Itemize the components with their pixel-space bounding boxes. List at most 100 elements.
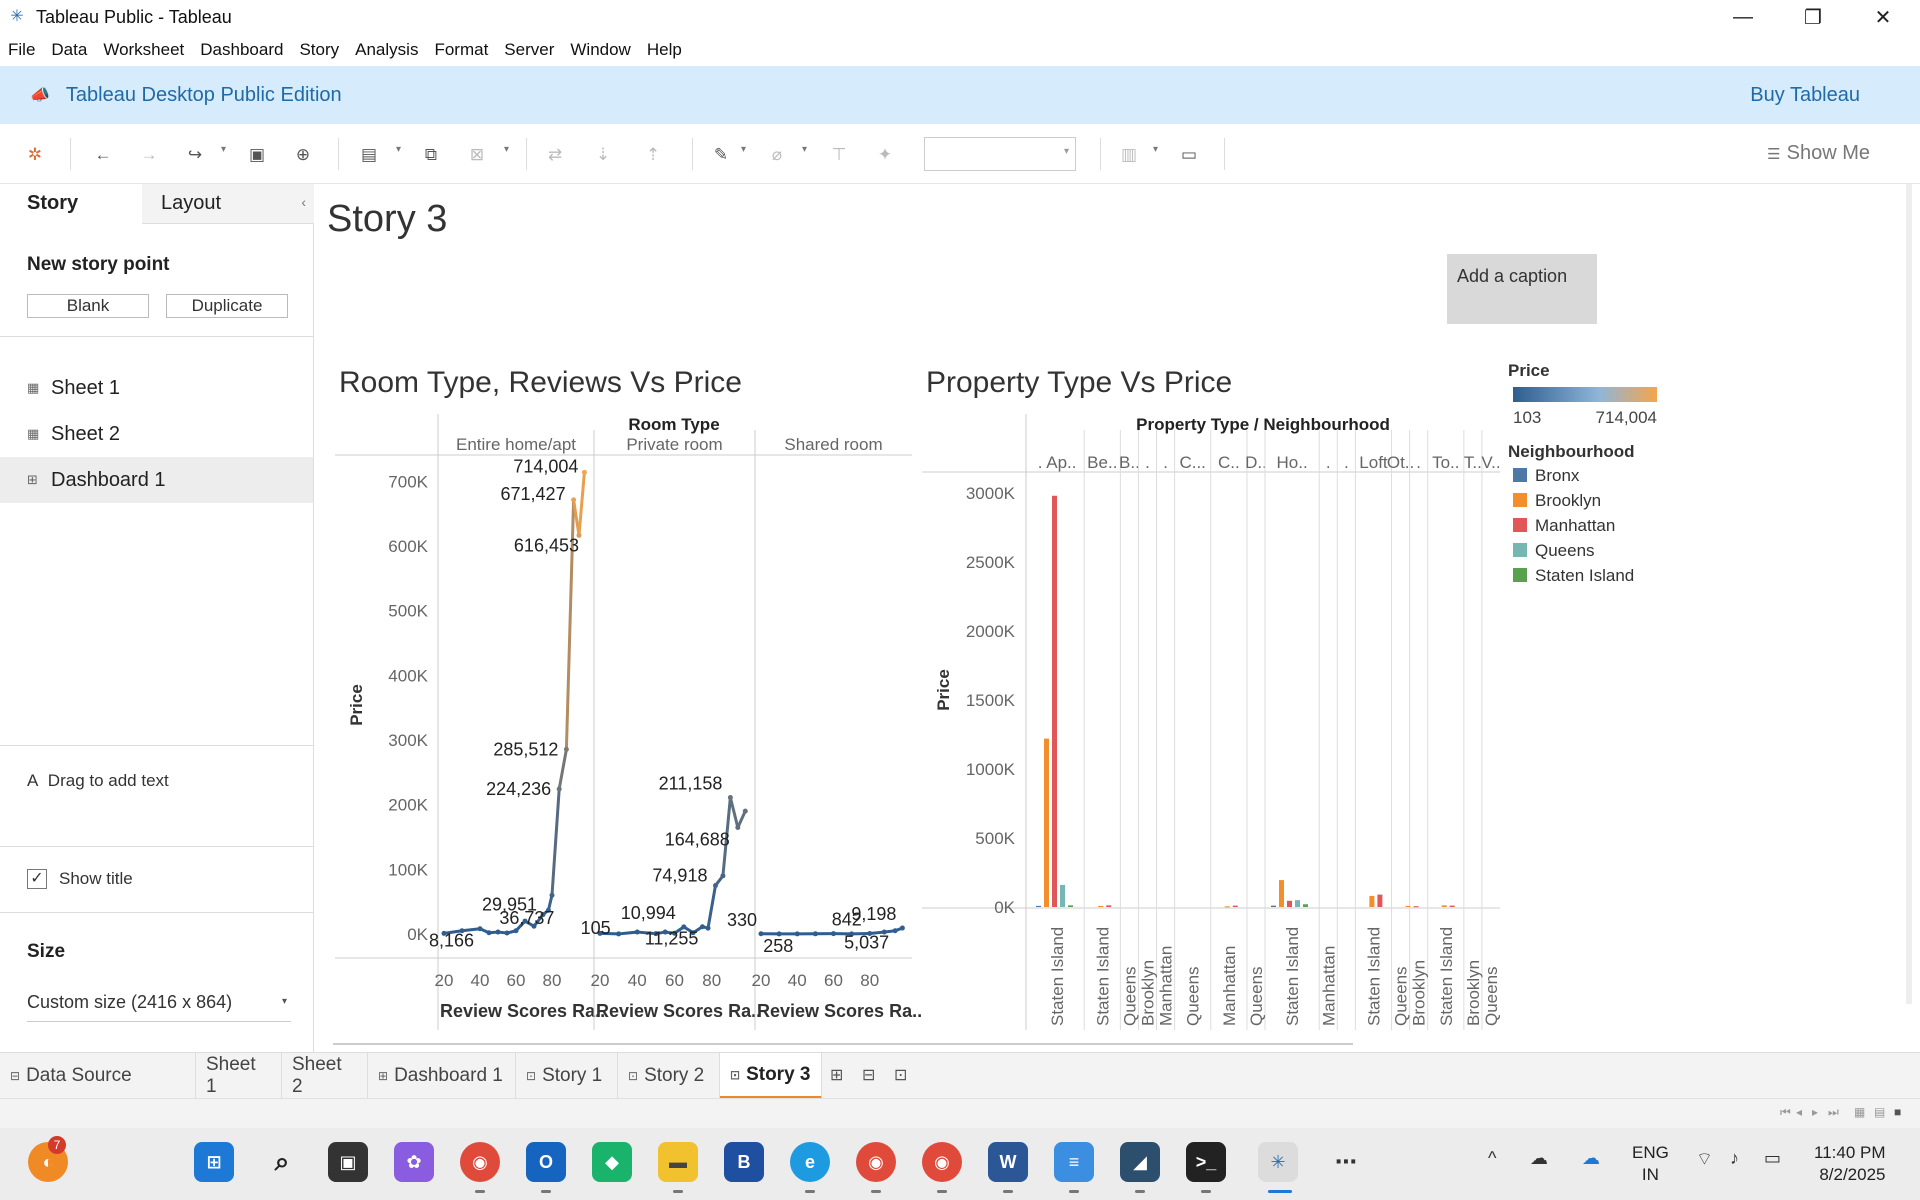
menu-story[interactable]: Story [299,40,339,60]
wifi-icon[interactable]: ⌔ [1696,1148,1713,1171]
fit-select[interactable]: ▾ [924,137,1076,171]
size-select[interactable]: Custom size (2416 x 864) ▾ [27,988,291,1022]
notepad-icon[interactable]: ≡ [1054,1142,1094,1182]
more-apps-icon[interactable]: ⋯ [1326,1142,1366,1182]
sidebar-item-sheet-1[interactable]: ▦ Sheet 1 [0,365,313,411]
show-me-button[interactable]: ☰ Show Me [1767,142,1870,165]
tableau-logo-icon[interactable]: ✲ [22,142,48,168]
new-story-icon[interactable]: ⊡ [894,1065,907,1085]
security-app-icon[interactable]: ◆ [592,1142,632,1182]
vm-app-icon[interactable]: ◢ [1120,1142,1160,1182]
next-sheet-icon[interactable]: ▸ [1812,1105,1818,1119]
fit-icon[interactable]: ▥ [1116,142,1142,168]
restore-button[interactable]: ❐ [1778,0,1848,34]
new-data-source-icon[interactable]: ⊕ [290,142,316,168]
word-icon[interactable]: W [988,1142,1028,1182]
menu-dashboard[interactable]: Dashboard [200,40,283,60]
menu-file[interactable]: File [8,40,35,60]
menu-data[interactable]: Data [51,40,87,60]
buy-tableau-link[interactable]: Buy Tableau [1750,84,1860,107]
previous-sheet-icon[interactable]: ◂ [1796,1105,1802,1119]
sort-ascending-icon[interactable]: ⇣ [590,142,616,168]
tab-dashboard-1[interactable]: ⊞ Dashboard 1 [368,1053,516,1099]
swap-icon[interactable]: ⇄ [542,142,568,168]
sheet-sorter-icon[interactable]: ▦ [1854,1105,1865,1119]
menu-window[interactable]: Window [570,40,630,60]
copilot-icon[interactable]: ✿ [394,1142,434,1182]
fit-dropdown-icon[interactable]: ▾ [1153,144,1158,155]
duplicate-button[interactable]: Duplicate [166,294,288,318]
chrome-profile-icon[interactable]: ◉ [922,1142,962,1182]
running-indicator [541,1190,551,1193]
vertical-scrollbar[interactable] [1906,184,1912,1004]
sidebar-item-sheet-2[interactable]: ▦ Sheet 2 [0,411,313,457]
battery-icon[interactable]: ▭ [1764,1148,1781,1169]
sort-descending-icon[interactable]: ⇡ [640,142,666,168]
redo-dropdown-icon[interactable]: ▾ [221,144,226,155]
new-dashboard-icon[interactable]: ⊟ [862,1065,875,1085]
system-clock[interactable]: 11:40 PM 8/2/2025 [1814,1142,1886,1186]
minimize-button[interactable]: — [1708,0,1778,34]
tabs-icon[interactable]: ■ [1894,1105,1901,1119]
menu-worksheet[interactable]: Worksheet [103,40,184,60]
b-app-icon[interactable]: B [724,1142,764,1182]
windows-start-icon[interactable]: ⊞ [194,1142,234,1182]
forward-icon[interactable]: → [136,142,162,168]
highlight-dropdown-icon[interactable]: ▾ [741,144,746,155]
tab-sheet-2[interactable]: Sheet 2 [282,1053,368,1099]
group-dropdown-icon[interactable]: ▾ [802,144,807,155]
tableau-taskbar-icon[interactable]: ✳ [1258,1142,1298,1182]
chrome-profile-icon[interactable]: ◉ [856,1142,896,1182]
last-sheet-icon[interactable]: ⏭ [1828,1105,1839,1120]
checkbox-checked-icon[interactable]: ✓ [27,869,47,889]
terminal-icon[interactable]: >_ [1186,1142,1226,1182]
horizontal-scrollbar[interactable] [333,1043,1353,1045]
story-title[interactable]: Story 3 [327,198,447,241]
close-button[interactable]: ✕ [1848,0,1918,34]
volume-icon[interactable]: ♪ [1730,1148,1739,1169]
back-icon[interactable]: ← [90,142,116,168]
outlook-icon[interactable]: O [526,1142,566,1182]
sidebar-item-dashboard-1[interactable]: ⊞ Dashboard 1 [0,457,313,503]
onedrive-icon[interactable]: ☁ [1582,1148,1600,1169]
presentation-mode-icon[interactable]: ▭ [1176,142,1202,168]
search-icon[interactable]: ⌕ [262,1142,302,1182]
tab-data-source[interactable]: ⊟ Data Source [0,1053,196,1099]
collapse-panel-icon[interactable]: ‹ [301,194,306,210]
new-worksheet-icon[interactable]: ⊞ [830,1065,843,1085]
redo-icon[interactable]: ↪ [182,142,208,168]
add-caption-button[interactable]: Add a caption [1447,254,1597,324]
save-icon[interactable]: ▣ [244,142,270,168]
tab-sheet-1[interactable]: Sheet 1 [196,1053,282,1099]
pin-icon[interactable]: ✦ [872,142,898,168]
edge-icon[interactable]: e [790,1142,830,1182]
tab-story[interactable]: Story [0,184,142,224]
new-worksheet-dropdown-icon[interactable]: ▾ [396,144,401,155]
show-title-checkbox[interactable]: ✓ Show title [27,869,133,889]
new-worksheet-icon[interactable]: ▤ [356,142,382,168]
highlight-icon[interactable]: ✎ [708,142,734,168]
tab-story-2[interactable]: ⊡ Story 2 [618,1053,720,1099]
menu-analysis[interactable]: Analysis [355,40,418,60]
filmstrip-icon[interactable]: ▤ [1874,1105,1885,1119]
cloud-error-icon[interactable]: ☁ [1530,1148,1548,1169]
menu-format[interactable]: Format [434,40,488,60]
tab-layout[interactable]: Layout [142,184,314,224]
task-view-icon[interactable]: ▣ [328,1142,368,1182]
group-members-icon[interactable]: ⌀ [764,142,790,168]
chrome-icon[interactable]: ◉ [460,1142,500,1182]
tab-story-3[interactable]: ⊡ Story 3 [720,1053,822,1099]
drag-to-add-text[interactable]: A Drag to add text [27,771,169,791]
clear-sheet-icon[interactable]: ⊠ [464,142,490,168]
tab-story-1[interactable]: ⊡ Story 1 [516,1053,618,1099]
blank-button[interactable]: Blank [27,294,149,318]
clear-dropdown-icon[interactable]: ▾ [504,144,509,155]
file-explorer-icon[interactable]: ▬ [658,1142,698,1182]
labels-icon[interactable]: ⊤ [826,142,852,168]
duplicate-sheet-icon[interactable]: ⧉ [418,142,444,168]
menu-server[interactable]: Server [504,40,554,60]
menu-help[interactable]: Help [647,40,682,60]
show-hidden-icons-icon[interactable]: ^ [1488,1148,1496,1169]
first-sheet-icon[interactable]: ⏮ [1780,1105,1791,1120]
language-indicator[interactable]: ENG IN [1632,1142,1669,1186]
